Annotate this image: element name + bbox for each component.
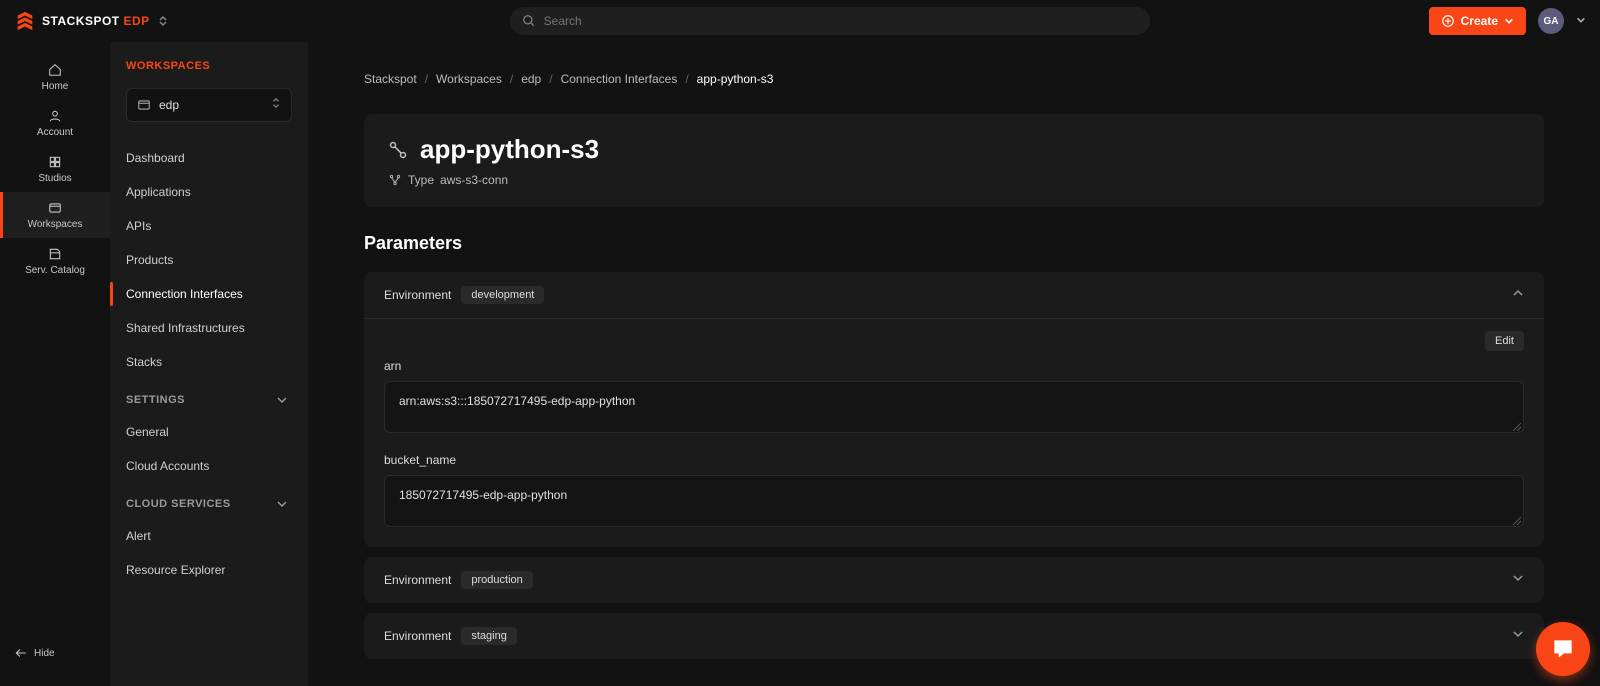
resize-handle-icon[interactable] [1511, 420, 1521, 430]
plus-circle-icon [1441, 14, 1455, 28]
type-icon [388, 173, 402, 187]
env-header-staging[interactable]: Environment staging [364, 613, 1544, 659]
search-icon [522, 14, 536, 28]
sidebar-item-alert[interactable]: Alert [126, 520, 292, 552]
sidebar-section-cloud-services[interactable]: CLOUD SERVICES [126, 484, 292, 518]
chat-icon [1550, 636, 1576, 662]
parameters-heading: Parameters [364, 233, 1544, 254]
bc-sep: / [425, 72, 428, 86]
chevron-down-icon [1512, 627, 1524, 645]
env-card-development: Environment development Edit arn arn:aws… [364, 272, 1544, 547]
sidebar-item-shared-infrastructures[interactable]: Shared Infrastructures [126, 312, 292, 344]
rail-item-workspaces[interactable]: Workspaces [0, 192, 110, 238]
sidebar-item-apis[interactable]: APIs [126, 210, 292, 242]
env-label: Environment [384, 573, 451, 587]
catalog-icon [48, 247, 62, 261]
context-switch-icon[interactable] [156, 14, 170, 28]
chevron-down-icon [1512, 571, 1524, 589]
type-value: aws-s3-conn [440, 173, 508, 187]
search-bar[interactable] [510, 7, 1150, 35]
logo[interactable]: STACKSPOT EDP [14, 10, 170, 32]
bc-sep: / [549, 72, 552, 86]
top-header: STACKSPOT EDP Create GA [0, 0, 1600, 42]
avatar[interactable]: GA [1538, 8, 1564, 34]
chevron-down-icon [1504, 16, 1514, 26]
workspaces-icon [48, 201, 62, 215]
bc-sep: / [685, 72, 688, 86]
env-chip-production: production [461, 571, 532, 589]
rail-item-serv-catalog[interactable]: Serv. Catalog [0, 238, 110, 284]
primary-nav-rail: Home Account Studios Workspaces Serv. Ca… [0, 42, 110, 686]
account-icon [48, 109, 62, 123]
field-value-arn[interactable]: arn:aws:s3:::185072717495-edp-app-python [384, 381, 1524, 433]
field-label-arn: arn [384, 359, 1524, 373]
logo-icon [14, 10, 36, 32]
sidebar-item-cloud-accounts[interactable]: Cloud Accounts [126, 450, 292, 482]
env-card-production: Environment production [364, 557, 1544, 603]
env-chip-staging: staging [461, 627, 516, 645]
workspace-icon [137, 98, 151, 112]
env-chip-development: development [461, 286, 544, 304]
bc-current: app-python-s3 [697, 72, 774, 86]
sidebar-heading: WORKSPACES [126, 60, 292, 72]
rail-item-account[interactable]: Account [0, 100, 110, 146]
sidebar-item-applications[interactable]: Applications [126, 176, 292, 208]
field-label-bucket-name: bucket_name [384, 453, 1524, 467]
bc-workspaces[interactable]: Workspaces [436, 72, 502, 86]
env-label: Environment [384, 288, 451, 302]
env-header-production[interactable]: Environment production [364, 557, 1544, 603]
create-button[interactable]: Create [1429, 7, 1526, 35]
sidebar-item-resource-explorer[interactable]: Resource Explorer [126, 554, 292, 586]
home-icon [48, 63, 62, 77]
env-card-staging: Environment staging [364, 613, 1544, 659]
bc-sep: / [510, 72, 513, 86]
sidebar-item-connection-interfaces[interactable]: Connection Interfaces [126, 278, 292, 310]
sidebar-item-products[interactable]: Products [126, 244, 292, 276]
chevron-up-icon [1512, 286, 1524, 304]
env-body-development: Edit arn arn:aws:s3:::185072717495-edp-a… [364, 318, 1544, 547]
help-chat-fab[interactable] [1536, 622, 1590, 676]
rail-item-home[interactable]: Home [0, 54, 110, 100]
sidebar-section-settings[interactable]: SETTINGS [126, 380, 292, 414]
workspace-selector[interactable]: edp [126, 88, 292, 122]
sidebar-item-stacks[interactable]: Stacks [126, 346, 292, 378]
chevron-down-icon [276, 394, 288, 406]
updown-icon [271, 96, 281, 114]
resize-handle-icon[interactable] [1511, 514, 1521, 524]
type-prefix: Type [408, 173, 434, 187]
rail-item-studios[interactable]: Studios [0, 146, 110, 192]
studios-icon [48, 155, 62, 169]
main-content: Stackspot / Workspaces / edp / Connectio… [308, 42, 1600, 686]
edit-button[interactable]: Edit [1485, 331, 1524, 351]
field-value-bucket-name[interactable]: 185072717495-edp-app-python [384, 475, 1524, 527]
avatar-menu-chevron-icon[interactable] [1576, 12, 1586, 30]
env-label: Environment [384, 629, 451, 643]
page-title: app-python-s3 [420, 134, 599, 165]
collapse-icon [14, 646, 28, 660]
bc-connection-interfaces[interactable]: Connection Interfaces [561, 72, 678, 86]
bc-edp[interactable]: edp [521, 72, 541, 86]
bc-stackspot[interactable]: Stackspot [364, 72, 417, 86]
title-card: app-python-s3 Type aws-s3-conn [364, 114, 1544, 207]
connection-icon [388, 140, 408, 160]
search-input[interactable] [544, 14, 1138, 28]
logo-text: STACKSPOT EDP [42, 14, 150, 28]
header-right: Create GA [1429, 7, 1586, 35]
secondary-sidebar: WORKSPACES edp Dashboard Applications AP… [110, 42, 308, 686]
sidebar-item-general[interactable]: General [126, 416, 292, 448]
chevron-down-icon [276, 498, 288, 510]
env-header-development[interactable]: Environment development [364, 272, 1544, 318]
breadcrumb: Stackspot / Workspaces / edp / Connectio… [364, 72, 1544, 86]
sidebar-item-dashboard[interactable]: Dashboard [126, 142, 292, 174]
rail-hide-toggle[interactable]: Hide [0, 630, 110, 676]
